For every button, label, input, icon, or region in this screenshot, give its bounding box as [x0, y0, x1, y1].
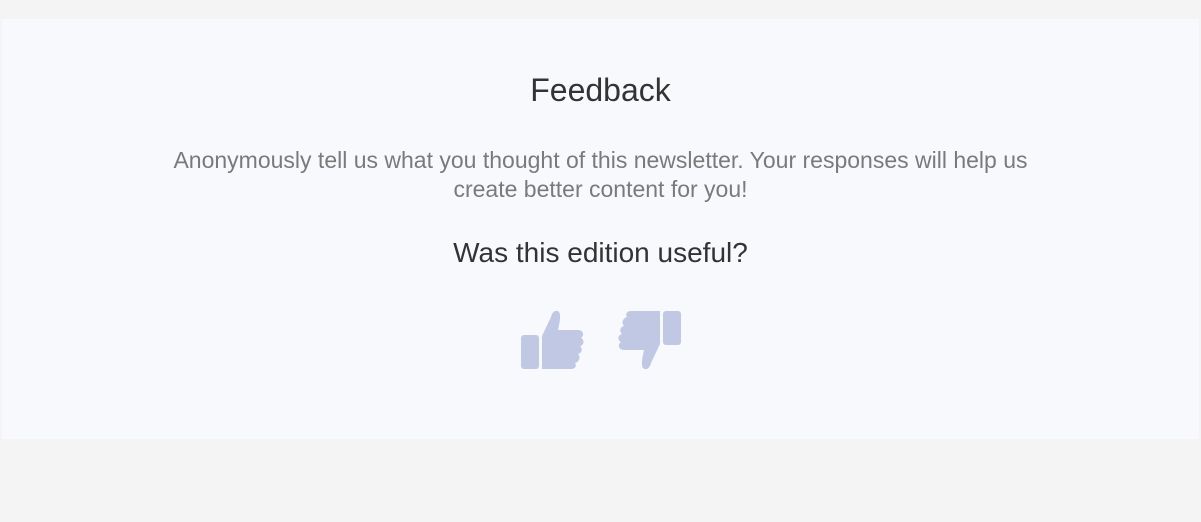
- vote-row: [2, 308, 1199, 372]
- feedback-description: Anonymously tell us what you thought of …: [173, 147, 1028, 202]
- thumbs-down-button[interactable]: [618, 308, 682, 372]
- feedback-title: Feedback: [530, 72, 671, 108]
- feedback-card: Feedback Anonymously tell us what you th…: [2, 19, 1199, 439]
- thumbs-up-icon: [521, 310, 584, 369]
- thumbs-up-button[interactable]: [520, 308, 584, 372]
- thumbs-down-icon: [618, 311, 681, 370]
- feedback-question: Was this edition useful?: [453, 237, 748, 268]
